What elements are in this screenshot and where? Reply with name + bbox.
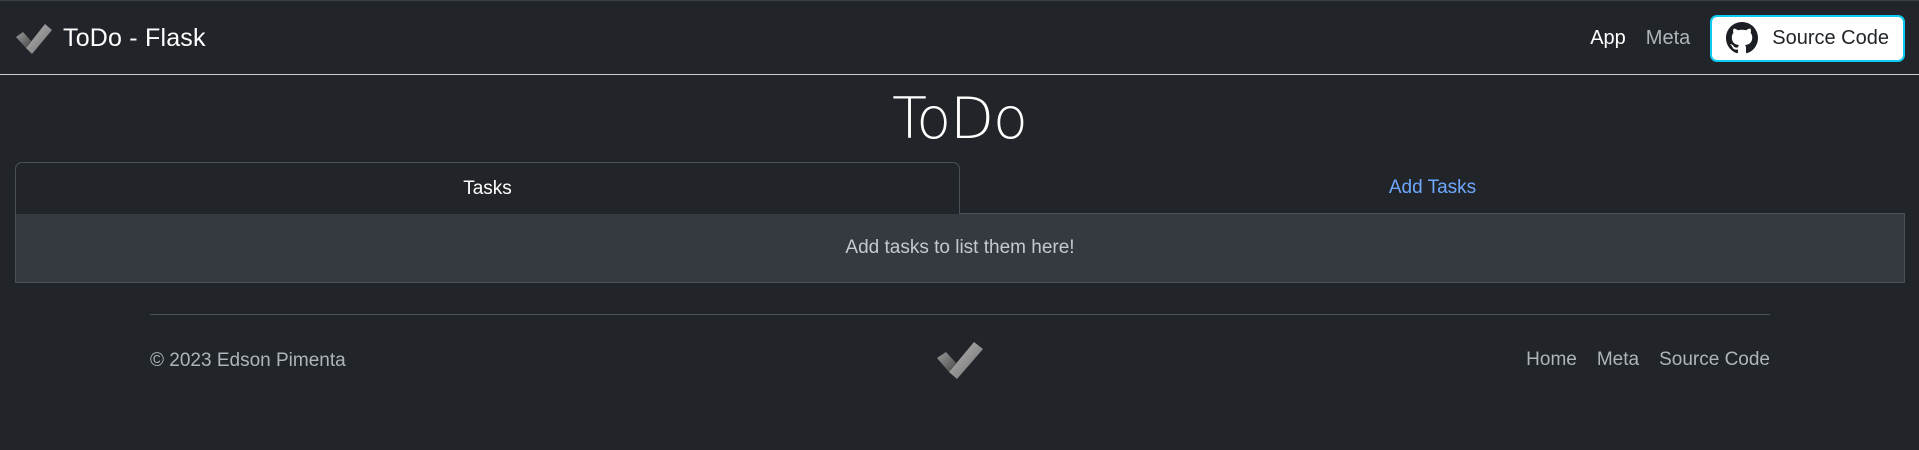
source-code-button[interactable]: Source Code <box>1710 14 1905 62</box>
top-navbar: ToDo - Flask App Meta Source Code <box>0 0 1919 75</box>
checkmark-logo-icon[interactable] <box>934 338 986 380</box>
page-title: ToDo <box>892 86 1028 152</box>
nav-link-meta[interactable]: Meta <box>1646 27 1690 50</box>
tasks-panel: Add tasks to list them here! <box>15 214 1905 283</box>
task-tabs: Tasks Add Tasks <box>15 162 1905 215</box>
footer-links: Home Meta Source Code <box>1506 349 1770 371</box>
tab-add-tasks[interactable]: Add Tasks <box>960 162 1905 214</box>
brand-title: ToDo - Flask <box>63 23 206 52</box>
nav-link-app[interactable]: App <box>1590 27 1626 50</box>
footer-link-meta[interactable]: Meta <box>1597 349 1639 371</box>
navbar-brand[interactable]: ToDo - Flask <box>14 17 206 59</box>
footer-link-home[interactable]: Home <box>1526 349 1577 371</box>
empty-tasks-message: Add tasks to list them here! <box>845 237 1075 258</box>
checkmark-logo-icon <box>16 24 52 54</box>
source-code-button-label: Source Code <box>1772 26 1889 49</box>
footer-divider <box>150 314 1770 315</box>
footer-copyright: © 2023 Edson Pimenta <box>150 350 346 371</box>
tab-tasks[interactable]: Tasks <box>15 162 960 215</box>
footer-link-source-code[interactable]: Source Code <box>1659 349 1770 371</box>
github-icon <box>1726 22 1759 54</box>
navbar-links: App Meta Source Code <box>1590 14 1905 62</box>
